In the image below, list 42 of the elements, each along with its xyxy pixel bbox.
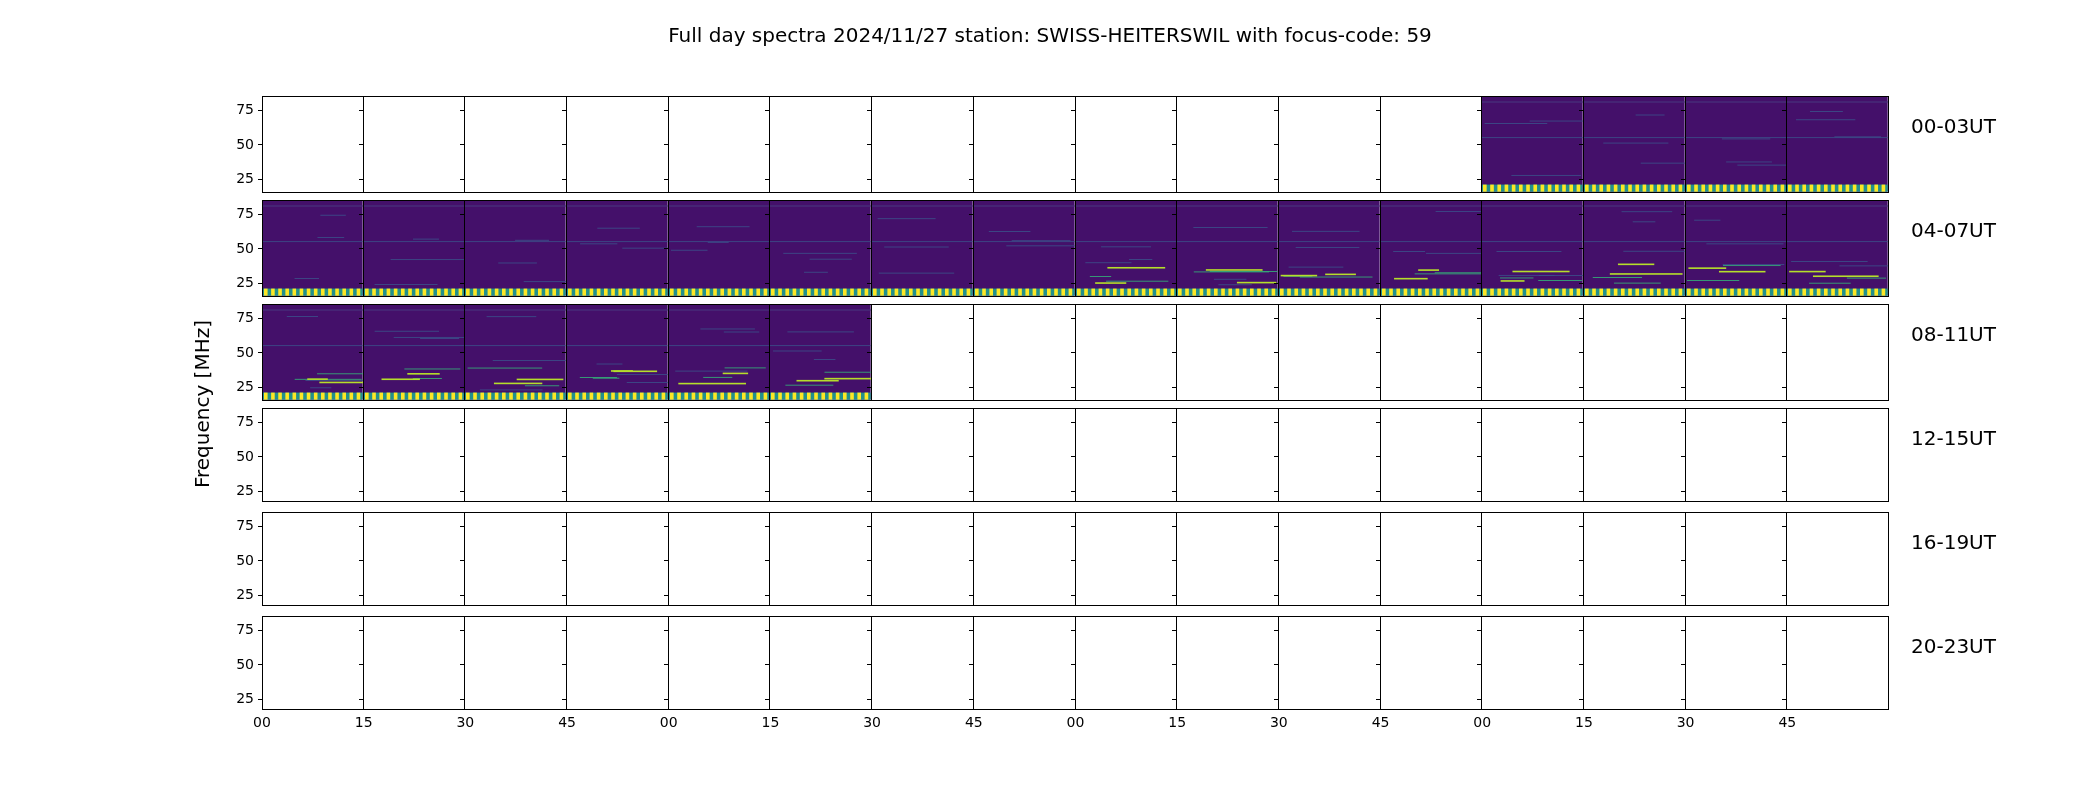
x-tick-label: 15 bbox=[1575, 714, 1593, 730]
y-tick-label: 25 bbox=[236, 482, 254, 498]
y-tick-label: 50 bbox=[236, 551, 254, 568]
x-tick-label: 15 bbox=[761, 714, 780, 730]
y-tick-label: 50 bbox=[236, 135, 254, 152]
x-tick-label: 00 bbox=[1066, 714, 1085, 730]
x-tick-label: 00 bbox=[1473, 714, 1492, 730]
x-tick-label: 15 bbox=[354, 714, 373, 730]
x-tick-label: 45 bbox=[964, 714, 983, 730]
x-tick-label: 15 bbox=[1168, 714, 1187, 730]
y-tick-label: 75 bbox=[236, 413, 254, 429]
row-label: 08-11UT bbox=[1910, 321, 1996, 346]
y-tick-label: 75 bbox=[236, 309, 254, 325]
x-tick-label: 45 bbox=[1778, 714, 1797, 730]
y-tick-label: 50 bbox=[236, 655, 254, 672]
y-tick-label: 25 bbox=[236, 690, 254, 706]
x-tick-label: 45 bbox=[1371, 714, 1390, 730]
chart-title: Full day spectra 2024/11/27 station: SWISS-HEITERSWIL with focus-code: 59 bbox=[667, 23, 1433, 49]
y-axis-label: Frequency [MHz] bbox=[190, 319, 214, 489]
x-tick-label: 30 bbox=[863, 714, 882, 730]
x-tick-label: 30 bbox=[456, 714, 475, 730]
row-label: 12-15UT bbox=[1910, 425, 1996, 450]
x-tick-label: 00 bbox=[659, 714, 678, 730]
y-tick-label: 75 bbox=[236, 101, 254, 117]
y-tick-label: 75 bbox=[236, 517, 254, 533]
y-tick-label: 75 bbox=[236, 621, 254, 637]
y-tick-label: 75 bbox=[236, 205, 254, 221]
y-tick-label: 25 bbox=[236, 274, 254, 290]
x-tick-label: 30 bbox=[1676, 714, 1695, 730]
row-label: 16-19UT bbox=[1910, 529, 1996, 554]
y-tick-label: 25 bbox=[236, 586, 254, 602]
y-tick-label: 25 bbox=[236, 170, 254, 186]
x-tick-label: 30 bbox=[1269, 714, 1288, 730]
y-tick-label: 50 bbox=[236, 343, 254, 360]
row-label: 20-23UT bbox=[1910, 633, 1996, 658]
y-tick-label: 50 bbox=[236, 447, 254, 464]
x-tick-label: 45 bbox=[558, 714, 576, 730]
row-label: 00-03UT bbox=[1910, 113, 1996, 138]
y-tick-label: 25 bbox=[236, 378, 254, 394]
y-tick-label: 50 bbox=[236, 239, 254, 256]
row-label: 04-07UT bbox=[1910, 217, 1996, 242]
x-tick-label: 00 bbox=[253, 714, 271, 730]
